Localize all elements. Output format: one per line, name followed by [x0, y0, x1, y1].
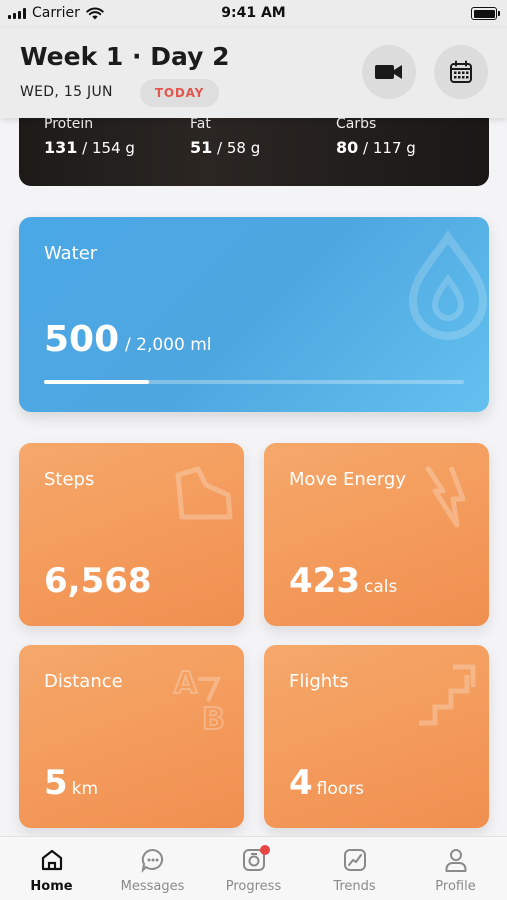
stat-label: Steps	[44, 469, 95, 490]
flights-unit: floors	[316, 779, 365, 799]
distance-unit: km	[71, 779, 99, 799]
water-progress-bar	[44, 380, 464, 384]
stat-value: 6,568	[44, 561, 152, 601]
chat-bubble-icon	[141, 848, 163, 873]
tab-home[interactable]: Home	[1, 847, 102, 894]
water-goal: / 2,000 ml	[125, 335, 212, 355]
svg-text:B: B	[202, 702, 225, 737]
trend-chart-icon	[343, 849, 366, 871]
home-icon	[41, 849, 62, 871]
water-label: Water	[44, 243, 98, 264]
flights-value: 4	[289, 763, 313, 803]
distance-value: 5	[44, 763, 68, 803]
water-value: 500	[44, 319, 120, 360]
shoe-icon	[175, 466, 233, 520]
move-energy-card[interactable]: Move Energy 423 cals	[264, 443, 489, 626]
tab-label: Home	[30, 879, 73, 894]
tab-messages[interactable]: Messages	[102, 847, 203, 894]
calendar-button[interactable]	[434, 45, 488, 99]
tab-progress[interactable]: Progress	[203, 845, 304, 894]
tab-bar: Home Messages Progress Trends Profile	[0, 836, 507, 900]
day-header: Week 1 · Day 2 WED, 15 JUN TODAY	[0, 28, 507, 118]
tab-label: Profile	[435, 879, 476, 894]
stat-value: 423 cals	[289, 561, 397, 601]
person-icon	[445, 849, 466, 872]
flights-card[interactable]: Flights 4 floors	[264, 645, 489, 828]
water-progress-fill	[44, 380, 149, 384]
video-camera-icon	[375, 65, 402, 79]
macro-carbs: Carbs 80 / 117 g	[336, 116, 416, 157]
water-drop-icon	[408, 229, 488, 340]
status-time: 9:41 AM	[221, 5, 286, 21]
macro-value: 80	[336, 138, 359, 157]
stat-label: Flights	[289, 671, 349, 692]
stat-label: Distance	[44, 671, 123, 692]
macro-value: 51	[190, 138, 213, 157]
macro-label: Fat	[190, 116, 211, 132]
tab-label: Progress	[225, 879, 282, 894]
move-energy-value: 423	[289, 561, 360, 601]
battery-icon	[471, 7, 500, 20]
water-card[interactable]: Water 500 / 2,000 ml	[19, 217, 489, 412]
tab-trends[interactable]: Trends	[304, 847, 405, 894]
stat-label: Move Energy	[289, 469, 407, 490]
macro-goal: / 154 g	[77, 139, 135, 157]
stat-value: 5 km	[44, 763, 98, 803]
macro-goal: / 117 g	[358, 139, 416, 157]
svg-text:A: A	[174, 666, 198, 701]
tab-label: Messages	[120, 879, 185, 894]
macro-label: Protein	[44, 116, 94, 132]
video-button[interactable]	[362, 45, 416, 99]
macro-goal: / 58 g	[212, 139, 261, 157]
date-label: WED, 15 JUN	[20, 84, 113, 100]
status-bar: Carrier 9:41 AM	[0, 0, 507, 28]
tab-profile[interactable]: Profile	[405, 847, 506, 894]
macro-value: 131	[44, 138, 78, 157]
notification-dot	[260, 845, 270, 855]
a-to-b-icon: A B	[173, 665, 226, 737]
lightning-icon	[424, 465, 466, 528]
steps-value: 6,568	[44, 561, 152, 601]
macro-label: Carbs	[336, 116, 377, 132]
tab-label: Trends	[333, 879, 376, 894]
today-badge[interactable]: TODAY	[140, 79, 219, 107]
distance-card[interactable]: A B Distance 5 km	[19, 645, 244, 828]
page-title: Week 1 · Day 2	[20, 42, 230, 71]
macro-fat: Fat 51 / 58 g	[190, 116, 260, 157]
steps-card[interactable]: Steps 6,568	[19, 443, 244, 626]
stat-value: 4 floors	[289, 763, 364, 803]
move-energy-unit: cals	[363, 577, 398, 597]
macro-protein: Protein 131 / 154 g	[44, 116, 135, 157]
calendar-icon	[450, 60, 472, 83]
stairs-icon	[419, 664, 476, 726]
